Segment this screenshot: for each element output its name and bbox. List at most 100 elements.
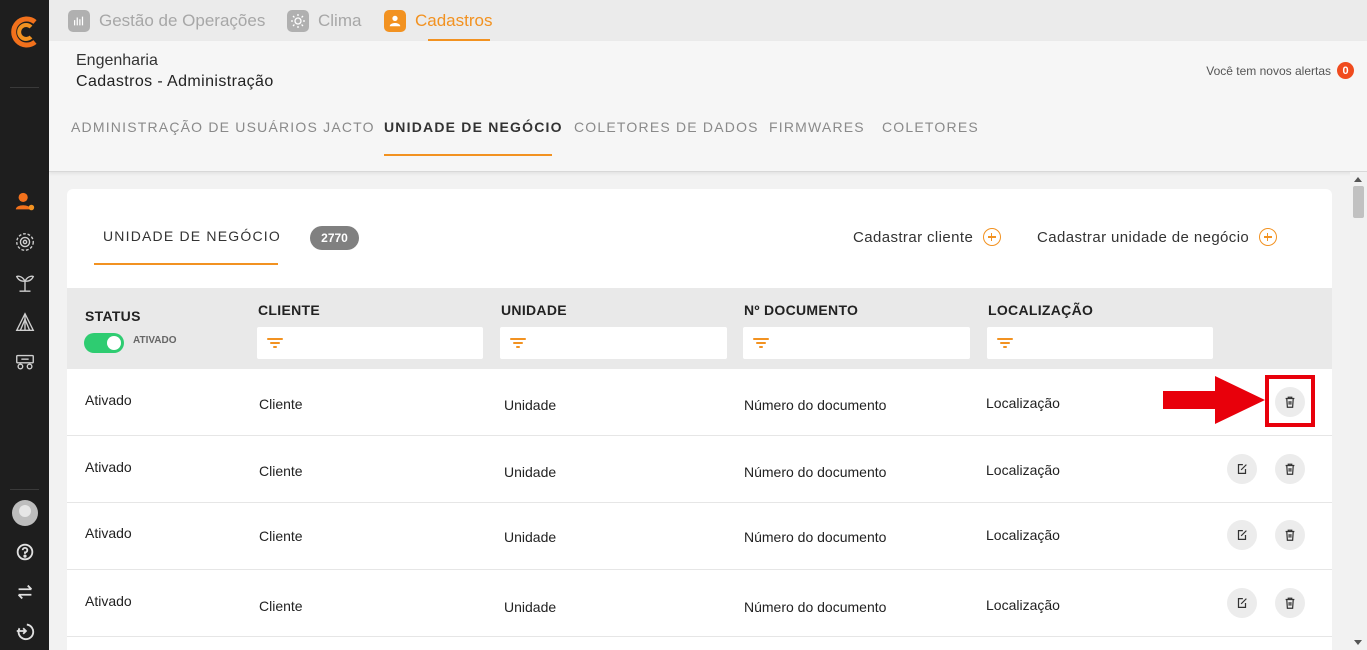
- cliente-cell: Cliente: [259, 598, 303, 614]
- status-cell: Ativado: [85, 525, 132, 541]
- field-icon[interactable]: [12, 309, 38, 335]
- page-title: Cadastros - Administração: [76, 73, 274, 90]
- cadastrar-cliente-button[interactable]: Cadastrar cliente: [853, 228, 1002, 246]
- trash-icon: [1285, 597, 1295, 609]
- filter-icon: [753, 338, 769, 348]
- edit-button[interactable]: [1227, 588, 1257, 618]
- cadastrar-unidade-label: Cadastrar unidade de negócio: [1037, 228, 1250, 246]
- app-logo[interactable]: [9, 16, 41, 48]
- delete-button[interactable]: [1275, 454, 1305, 484]
- scroll-down-arrow-icon[interactable]: [1354, 640, 1362, 645]
- subnav-coletores-dados[interactable]: COLETORES DE DADOS: [574, 119, 759, 135]
- red-arrow-annotation: [1163, 376, 1265, 424]
- plus-circle-icon: [1259, 228, 1278, 246]
- gear-target-icon[interactable]: [12, 229, 38, 255]
- status-cell: Ativado: [85, 392, 132, 408]
- filter-icon: [510, 338, 526, 348]
- card-tab-indicator: [94, 263, 278, 265]
- cliente-cell: Cliente: [259, 396, 303, 412]
- alerts-notice[interactable]: Você tem novos alertas 0: [1206, 62, 1354, 79]
- breadcrumb: Engenharia: [76, 52, 158, 69]
- cadastrar-cliente-label: Cadastrar cliente: [853, 228, 974, 246]
- app-topbar: Gestão de Operações Clima Cadastros: [49, 0, 1367, 41]
- sun-icon: [287, 9, 309, 32]
- scrollbar-thumb[interactable]: [1353, 186, 1364, 218]
- sidebar-divider: [10, 87, 39, 88]
- cliente-cell: Cliente: [259, 463, 303, 479]
- unidade-cell: Unidade: [504, 529, 557, 545]
- scroll-up-arrow-icon[interactable]: [1354, 177, 1362, 182]
- delete-button[interactable]: [1275, 588, 1305, 618]
- subnav-unidade-negocio[interactable]: UNIDADE DE NEGÓCIO: [384, 119, 563, 135]
- documento-cell: Número do documento: [744, 397, 887, 413]
- table-row[interactable]: Ativado Cliente Unidade Número do docume…: [67, 503, 1332, 570]
- subnav-active-indicator: [384, 154, 552, 156]
- status-filter-toggle[interactable]: [84, 333, 124, 353]
- avatar[interactable]: [12, 500, 38, 526]
- sidebar-divider: [10, 489, 39, 490]
- toggle-label: ATIVADO: [133, 335, 177, 346]
- column-header-cliente: CLIENTE: [258, 302, 320, 318]
- page-header: Engenharia Cadastros - Administração Voc…: [49, 41, 1367, 172]
- user-settings-icon[interactable]: [12, 189, 38, 215]
- documento-cell: Número do documento: [744, 599, 887, 615]
- trash-icon: [1285, 529, 1295, 541]
- trash-icon: [1285, 463, 1295, 475]
- unidade-cell: Unidade: [504, 397, 557, 413]
- tab-label: Cadastros: [415, 10, 493, 30]
- status-cell: Ativado: [85, 593, 132, 609]
- edit-icon: [1237, 464, 1247, 474]
- tab-gestao-operacoes[interactable]: Gestão de Operações: [68, 0, 265, 41]
- table-header: STATUS ATIVADO CLIENTE UNIDADE Nº DOCUME…: [67, 288, 1332, 369]
- edit-button[interactable]: [1227, 520, 1257, 550]
- localizacao-cell: Localização: [986, 527, 1060, 543]
- unidade-filter-input[interactable]: [500, 327, 727, 359]
- swap-icon[interactable]: [12, 579, 38, 605]
- unidade-cell: Unidade: [504, 599, 557, 615]
- plant-icon[interactable]: [12, 269, 38, 295]
- column-header-unidade: UNIDADE: [501, 302, 567, 318]
- business-unit-card: UNIDADE DE NEGÓCIO 2770 Cadastrar client…: [67, 189, 1332, 650]
- table-row[interactable]: Ativado Cliente Unidade Número do docume…: [67, 436, 1332, 503]
- column-header-documento: Nº DOCUMENTO: [744, 302, 859, 318]
- subnav-coletores[interactable]: COLETORES: [882, 119, 979, 135]
- edit-button[interactable]: [1227, 454, 1257, 484]
- localizacao-cell: Localização: [986, 395, 1060, 411]
- tab-cadastros[interactable]: Cadastros: [384, 0, 492, 41]
- page-scrollbar[interactable]: [1350, 172, 1367, 650]
- column-header-localizacao: LOCALIZAÇÃO: [988, 302, 1094, 318]
- subnav-firmwares[interactable]: FIRMWARES: [769, 119, 865, 135]
- column-header-status: STATUS: [85, 308, 141, 324]
- subnav-admin-usuarios[interactable]: ADMINISTRAÇÃO DE USUÁRIOS JACTO: [71, 119, 375, 135]
- plus-circle-icon: [983, 228, 1002, 246]
- documento-cell: Número do documento: [744, 529, 887, 545]
- delete-button[interactable]: [1275, 520, 1305, 550]
- table-row[interactable]: Ativado Cliente Unidade Número do docume…: [67, 369, 1332, 436]
- cliente-cell: Cliente: [259, 528, 303, 544]
- chart-hand-icon: [68, 9, 90, 32]
- help-icon[interactable]: [12, 539, 38, 565]
- machine-icon[interactable]: [12, 348, 38, 374]
- localizacao-filter-input[interactable]: [987, 327, 1213, 359]
- table-row[interactable]: Ativado Cliente Unidade Número do docume…: [67, 570, 1332, 637]
- left-sidebar: [0, 0, 49, 650]
- status-cell: Ativado: [85, 459, 132, 475]
- edit-icon: [1237, 598, 1247, 608]
- cliente-filter-input[interactable]: [257, 327, 483, 359]
- filter-icon: [997, 338, 1013, 348]
- cadastrar-unidade-button[interactable]: Cadastrar unidade de negócio: [1037, 228, 1278, 246]
- alerts-count-badge: 0: [1337, 62, 1354, 79]
- card-title[interactable]: UNIDADE DE NEGÓCIO: [103, 228, 281, 244]
- localizacao-cell: Localização: [986, 597, 1060, 613]
- unidade-cell: Unidade: [504, 464, 557, 480]
- edit-icon: [1237, 530, 1247, 540]
- filter-icon: [267, 338, 283, 348]
- logout-icon[interactable]: [12, 618, 38, 644]
- documento-filter-input[interactable]: [743, 327, 970, 359]
- alerts-text: Você tem novos alertas: [1206, 63, 1331, 78]
- count-badge: 2770: [310, 226, 359, 250]
- highlight-box-annotation: [1265, 375, 1315, 427]
- tab-clima[interactable]: Clima: [287, 0, 361, 41]
- documento-cell: Número do documento: [744, 464, 887, 480]
- user-icon: [384, 9, 406, 32]
